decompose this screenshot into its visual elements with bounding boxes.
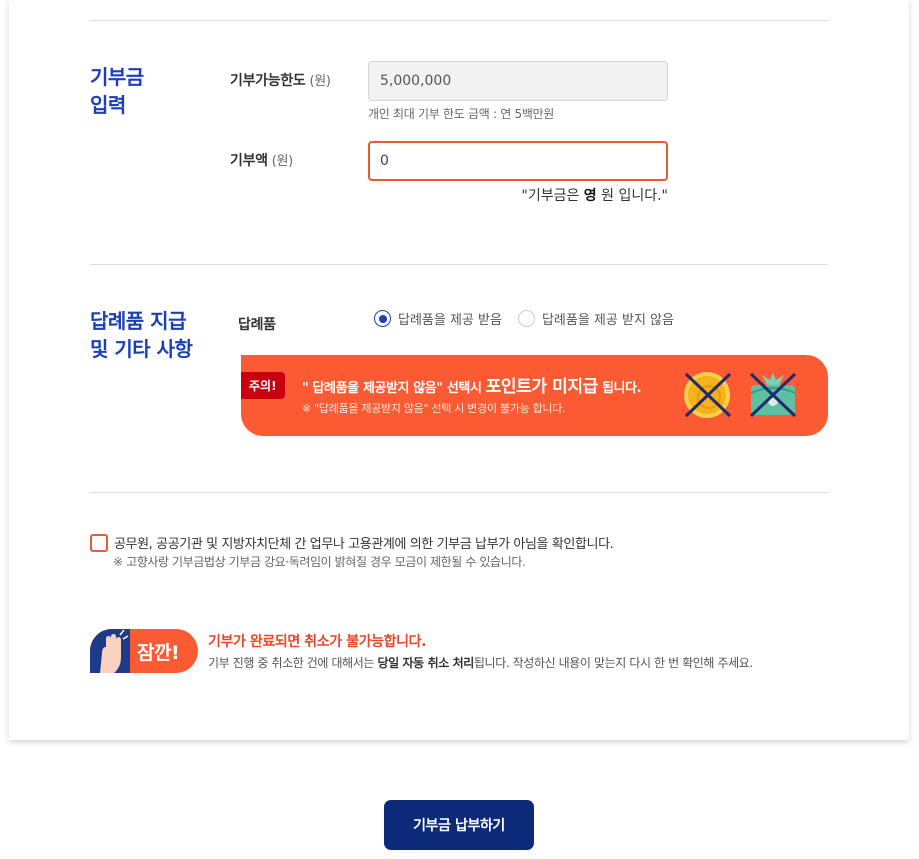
limit-label: 기부가능한도 (원)	[230, 73, 331, 89]
warning-description: 기부 진행 중 취소한 건에 대해서는 당일 자동 취소 처리됩니다. 작성하신…	[208, 656, 753, 670]
gift-notice-banner: 주의! " 답례품을 제공받지 않음" 선택시 포인트가 미지급 됩니다. ※ …	[241, 355, 828, 436]
amount-in-words: "기부금은 영 원 입니다."	[521, 188, 668, 204]
raised-hand-icon	[90, 629, 130, 673]
amount-label: 기부액 (원)	[230, 153, 293, 169]
submit-donation-button[interactable]: 기부금 납부하기	[384, 800, 534, 850]
gift-radio-group: 답례품을 제공 받음 답례품을 제공 받지 않음	[374, 309, 674, 328]
divider	[90, 20, 828, 21]
amount-input[interactable]: 0	[368, 141, 668, 181]
radio-button-selected[interactable]	[374, 310, 391, 327]
divider	[90, 264, 828, 265]
section-title-gift: 답례품 지급 및 기타 사항	[90, 309, 193, 361]
cross-icon	[749, 372, 797, 418]
notice-tag: 주의!	[241, 372, 285, 399]
notice-sub-text: ※ "답례품을 제공받지 않음" 선택 시 변경이 불가능 합니다.	[302, 402, 566, 415]
radio-gift-decline[interactable]: 답례품을 제공 받지 않음	[517, 309, 674, 328]
agreement-checkbox[interactable]	[90, 533, 108, 552]
cross-icon	[684, 372, 732, 418]
warning-title: 기부가 완료되면 취소가 불가능합니다.	[208, 634, 427, 650]
divider	[90, 492, 828, 493]
limit-help-text: 개인 최대 기부 한도 금액 : 연 5백만원	[368, 107, 555, 121]
limit-input: 5,000,000	[368, 61, 668, 101]
agreement-row: 공무원, 공공기관 및 지방자치단체 간 업무나 고용관계에 의한 기부금 납부…	[90, 533, 614, 552]
notice-main-text: " 답례품을 제공받지 않음" 선택시 포인트가 미지급 됩니다.	[302, 377, 642, 397]
radio-gift-receive[interactable]: 답례품을 제공 받음	[374, 309, 502, 328]
section-title-donation: 기부금 입력	[90, 65, 144, 117]
radio-button[interactable]	[517, 310, 535, 327]
agreement-text: 공무원, 공공기관 및 지방자치단체 간 업무나 고용관계에 의한 기부금 납부…	[114, 537, 614, 552]
wait-badge: 잠깐!	[90, 629, 198, 673]
gift-label: 답례품	[238, 317, 276, 333]
agreement-note: ※ 고향사랑 기부금법상 기부금 강요·독려임이 밝혀질 경우 모금이 제한될 …	[113, 555, 526, 569]
